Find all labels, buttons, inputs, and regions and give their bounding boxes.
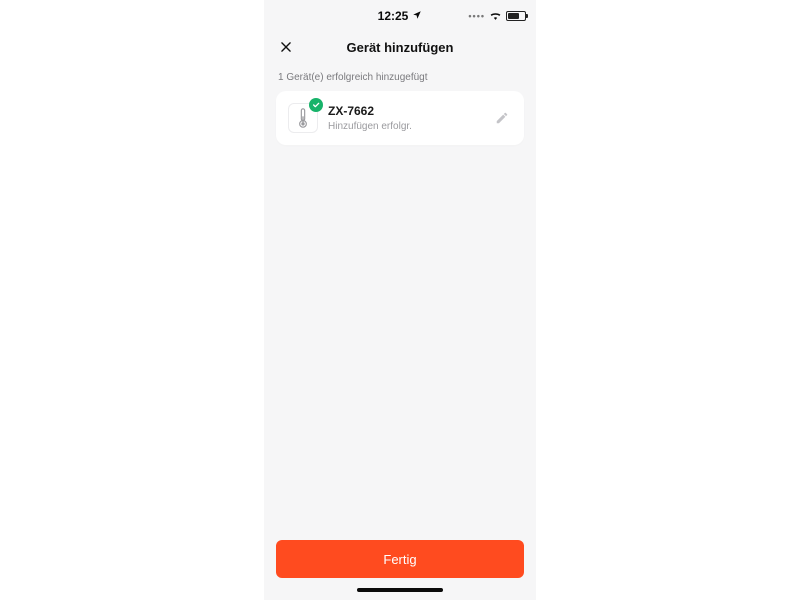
home-indicator-bar	[357, 588, 443, 592]
home-indicator	[264, 586, 536, 600]
device-card: ZX-7662 Hinzufügen erfolgr.	[276, 91, 524, 145]
nav-bar: Gerät hinzufügen	[264, 32, 536, 62]
cellular-dots-icon: ••••	[468, 11, 485, 21]
device-status: Hinzufügen erfolgr.	[328, 121, 482, 132]
success-badge	[309, 98, 323, 112]
check-icon	[312, 101, 320, 109]
page-title: Gerät hinzufügen	[347, 40, 454, 55]
status-time: 12:25	[378, 9, 409, 23]
phone-screen: 12:25 •••• Gerät hinzufügen	[264, 0, 536, 600]
device-texts: ZX-7662 Hinzufügen erfolgr.	[328, 104, 482, 131]
edit-device-button[interactable]	[492, 111, 512, 125]
done-button[interactable]: Fertig	[276, 540, 524, 578]
wifi-icon	[489, 9, 502, 23]
pencil-icon	[495, 111, 509, 125]
stage: 12:25 •••• Gerät hinzufügen	[0, 0, 800, 600]
close-button[interactable]	[274, 32, 298, 62]
device-icon-wrap	[288, 103, 318, 133]
location-icon	[412, 9, 422, 23]
status-bar: 12:25 ••••	[264, 0, 536, 32]
device-name: ZX-7662	[328, 104, 482, 118]
summary-text: 1 Gerät(e) erfolgreich hinzugefügt	[278, 72, 522, 83]
close-icon	[279, 40, 293, 54]
thermometer-icon	[296, 108, 310, 128]
content-area: 1 Gerät(e) erfolgreich hinzugefügt	[264, 62, 536, 530]
status-time-group: 12:25	[378, 9, 423, 23]
status-right: ••••	[468, 0, 526, 32]
bottom-bar: Fertig	[264, 530, 536, 586]
battery-icon	[506, 11, 526, 21]
